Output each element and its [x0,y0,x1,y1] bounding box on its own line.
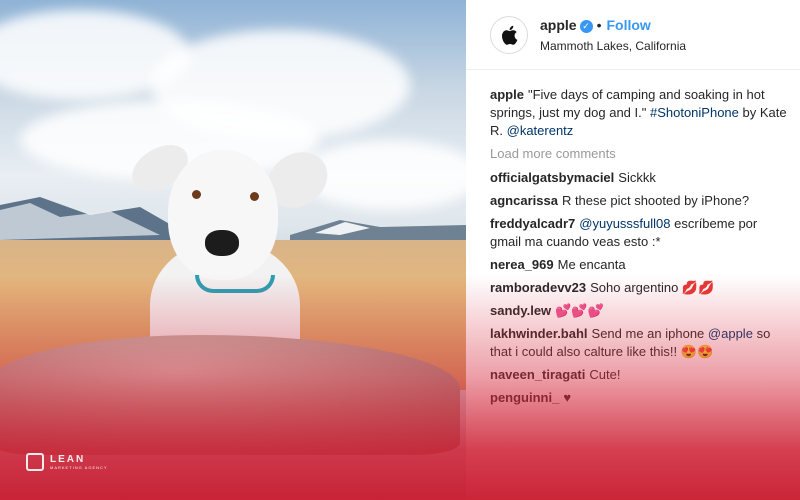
verified-badge-icon: ✓ [579,19,593,33]
logo-mark-icon [26,453,44,471]
share-icon[interactable] [574,458,600,484]
comment: sandy.lew 💕💕💕 [490,302,790,320]
like-heart-icon[interactable] [490,458,516,484]
comment: nerea_969 Me encanta [490,256,790,274]
comment-username[interactable]: sandy.lew [490,303,551,318]
post-header: apple ✓ • Follow Mammoth Lakes, California [466,0,800,70]
caption-username[interactable]: apple [490,87,524,102]
comment-text: Send me an iphone [591,326,705,341]
separator-dot: • [596,16,602,33]
comment-username[interactable]: agncarissa [490,193,558,208]
bookmark-icon[interactable] [756,458,782,484]
comment-username[interactable]: nerea_969 [490,257,554,272]
comment: freddyalcadr7 @yuyusssfull08 escríbeme po… [490,215,790,251]
dog-collar [195,275,275,293]
post-sidebar: apple ✓ • Follow Mammoth Lakes, California … [466,0,800,500]
dog-nose [205,230,239,256]
comment-text: ♥ [563,390,572,405]
comments-list: apple "Five days of camping and soaking i… [490,86,790,412]
comment-mention[interactable]: @apple [708,326,753,341]
comment-text: R these pict shooted by iPhone? [561,193,750,208]
logo-subtext: MARKETING AGENCY [50,464,108,470]
comment-bubble-icon[interactable] [532,458,558,484]
post-photo[interactable] [0,0,466,500]
comment-username[interactable]: naveen_tiragati [490,367,585,382]
comment: officialgatsbymaciel Sickkk [490,169,790,187]
caption-hashtag[interactable]: #ShotoniPhone [650,105,739,120]
comment-username[interactable]: penguinni_ [490,390,559,405]
comment-text: Sickkk [618,170,656,185]
caption: apple "Five days of camping and soaking i… [490,86,790,140]
dog-eye [250,192,259,201]
load-more-comments-button[interactable]: Load more comments [490,145,790,163]
comment-text: Cute! [589,367,621,382]
comment: penguinni_ ♥ [490,389,790,407]
dog-eye [192,190,201,199]
post-location[interactable]: Mammoth Lakes, California [540,39,686,53]
comment-text: Soho argentino 💋💋 [590,280,715,295]
avatar[interactable] [490,15,528,54]
caption-mention[interactable]: @katerentz [507,123,574,138]
rock [0,335,460,455]
comment-text: Me encanta [557,257,626,272]
comment: agncarissa R these pict shooted by iPhone… [490,192,790,210]
follow-button[interactable]: Follow [606,17,650,33]
logo-text: LEAN [50,453,86,465]
watermark-logo: LEAN MARKETING AGENCY [26,453,108,471]
comment-username[interactable]: officialgatsbymaciel [490,170,614,185]
comment: naveen_tiragati Cute! [490,366,790,384]
comment-username[interactable]: lakhwinder.bahl [490,326,588,341]
apple-logo-icon [502,25,518,45]
comment: lakhwinder.bahl Send me an iphone @apple … [490,325,790,361]
comment: ramboradevv23 Soho argentino 💋💋 [490,279,790,297]
dog-head [168,150,278,280]
post-actions [490,458,600,484]
comment-mention[interactable]: @yuyusssfull08 [579,216,670,231]
comment-text: 💕💕💕 [555,303,604,318]
comment-username[interactable]: freddyalcadr7 [490,216,575,231]
account-username[interactable]: apple [540,17,577,33]
comment-username[interactable]: ramboradevv23 [490,280,586,295]
